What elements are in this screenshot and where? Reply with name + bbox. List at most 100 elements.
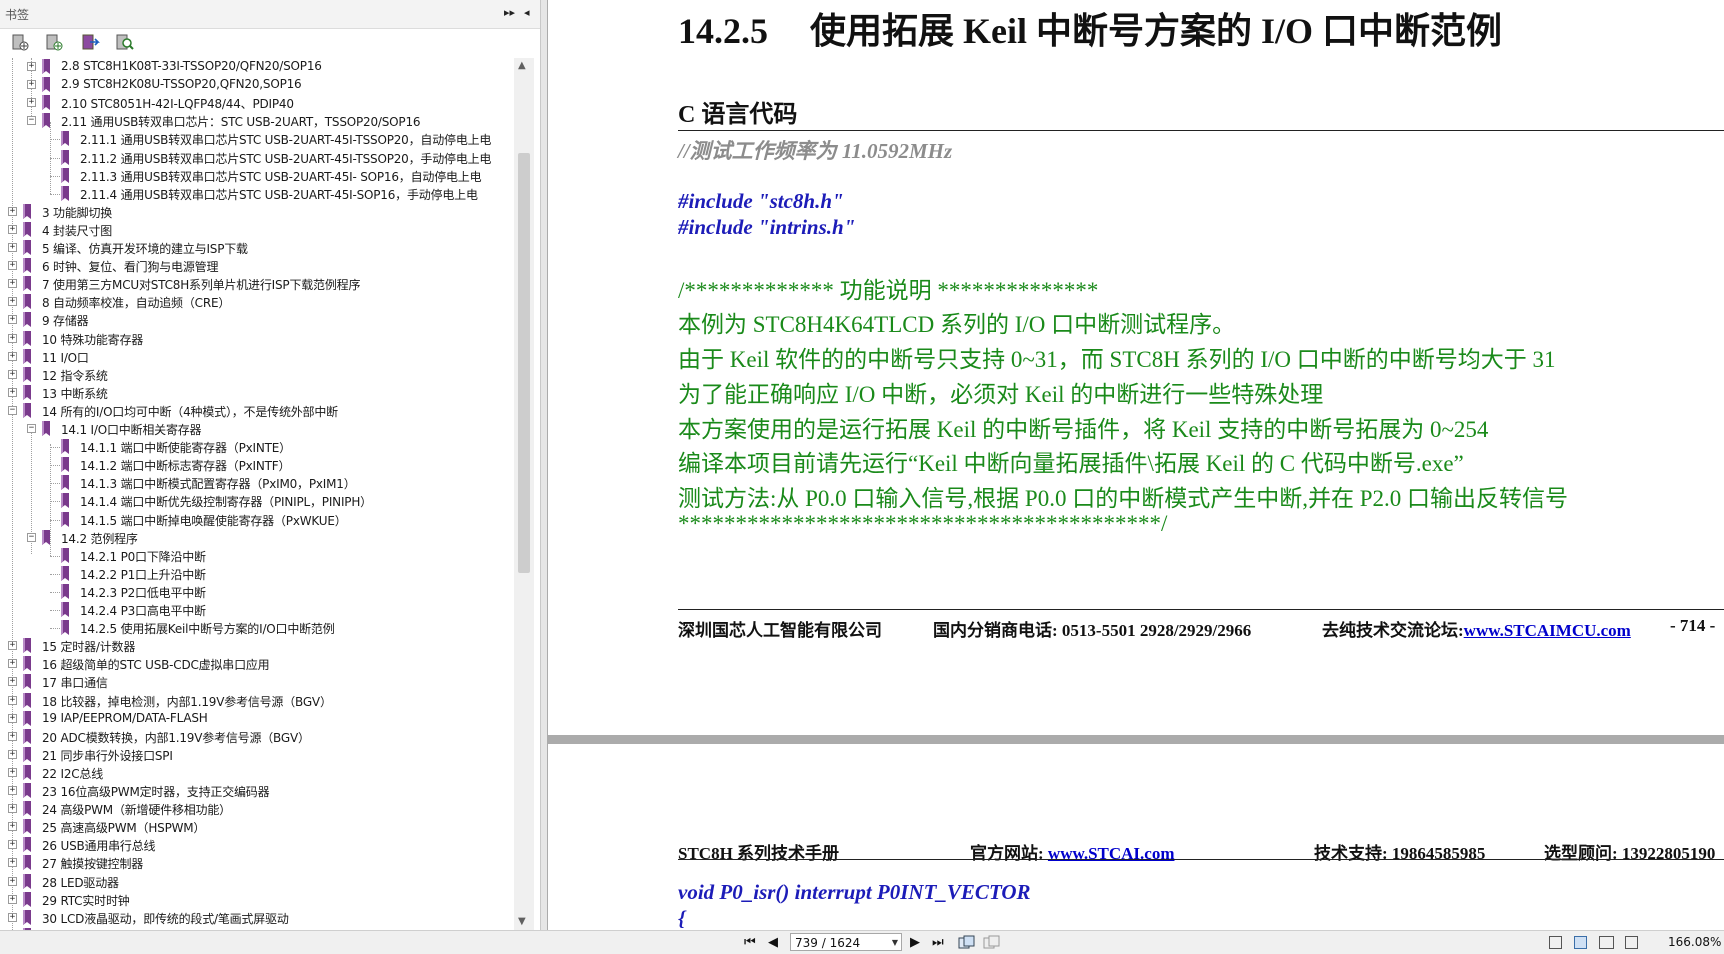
bookmark-item[interactable]: +29 RTC实时时钟 xyxy=(0,891,514,909)
bookmark-item[interactable]: +17 串口通信 xyxy=(0,673,514,691)
chevron-down-icon[interactable]: ▼ xyxy=(892,934,898,952)
expand-icon[interactable]: + xyxy=(8,840,17,850)
bookmark-item[interactable]: 14.2.4 P3口高电平中断 xyxy=(0,601,514,619)
bookmark-item[interactable]: +19 IAP/EEPROM/DATA-FLASH xyxy=(0,710,514,728)
expand-icon[interactable]: + xyxy=(8,804,17,814)
bookmark-item[interactable]: +12 指令系统 xyxy=(0,366,514,384)
panel-options-button[interactable]: ▸▸ xyxy=(504,6,515,19)
bookmark-item[interactable]: +24 高级PWM（新增硬件移相功能） xyxy=(0,800,514,818)
bookmark-item[interactable]: 2.11.3 通用USB转双串口芯片STC USB-2UART-45I- SOP… xyxy=(0,167,514,185)
bookmark-item[interactable]: +23 16位高级PWM定时器，支持正交编码器 xyxy=(0,782,514,800)
scroll-up-arrow[interactable]: ▲ xyxy=(518,60,526,71)
bookmark-item[interactable]: +3 功能脚切换 xyxy=(0,203,514,221)
bookmark-item[interactable]: +2.9 STC8H2K08U-TSSOP20,QFN20,SOP16 xyxy=(0,76,514,94)
bookmark-item[interactable]: 14.2.5 使用拓展Keil中断号方案的I/O口中断范例 xyxy=(0,619,514,637)
expand-icon[interactable]: + xyxy=(8,243,17,252)
find-bookmark-icon[interactable] xyxy=(114,33,134,53)
bookmark-item[interactable]: +28 LED驱动器 xyxy=(0,873,514,891)
bookmark-item[interactable]: +9 存储器 xyxy=(0,311,514,329)
expand-icon[interactable]: + xyxy=(8,297,17,307)
scroll-thumb[interactable] xyxy=(518,153,530,573)
expand-icon[interactable]: + xyxy=(8,641,17,651)
next-view-icon[interactable] xyxy=(983,935,1001,951)
bookmark-item[interactable]: +4 封装尺寸图 xyxy=(0,221,514,239)
bookmark-options-icon[interactable] xyxy=(10,33,30,53)
collapse-icon[interactable]: − xyxy=(8,405,17,415)
bookmark-item[interactable]: +5 编译、仿真开发环境的建立与ISP下载 xyxy=(0,239,514,257)
expand-icon[interactable]: + xyxy=(8,333,17,343)
expand-icon[interactable]: + xyxy=(8,387,17,397)
bookmark-item[interactable]: − 14.1 I/O口中断相关寄存器 xyxy=(0,420,514,438)
bookmark-item[interactable]: +26 USB通用串行总线 xyxy=(0,836,514,854)
first-page-button[interactable]: ⏮ xyxy=(744,935,756,950)
single-page-view-icon[interactable] xyxy=(1549,936,1562,949)
bookmark-item[interactable]: +13 中断系统 xyxy=(0,384,514,402)
bookmark-item[interactable]: − 14 所有的I/O口均可中断（4种模式），不是传统外部中断 xyxy=(0,402,514,420)
bookmark-item[interactable]: 14.1.5 端口中断掉电唤醒使能寄存器（PxWKUE） xyxy=(0,511,514,529)
bookmark-item[interactable]: +25 高速高级PWM（HSPWM） xyxy=(0,818,514,836)
bookmark-item[interactable]: +10 特殊功能寄存器 xyxy=(0,330,514,348)
expand-icon[interactable]: + xyxy=(8,876,17,886)
expand-icon[interactable]: + xyxy=(8,677,17,687)
expand-icon[interactable]: + xyxy=(8,858,17,868)
continuous-facing-view-icon[interactable] xyxy=(1625,936,1638,949)
bookmark-item[interactable]: 14.2.2 P1口上升沿中断 xyxy=(0,565,514,583)
bookmark-item[interactable]: 2.11.1 通用USB转双串口芯片STC USB-2UART-45I-TSSO… xyxy=(0,130,514,148)
bookmark-item[interactable]: +18 比较器，掉电检测，内部1.19V参考信号源（BGV） xyxy=(0,692,514,710)
bookmark-item[interactable]: 14.1.2 端口中断标志寄存器（PxINTF） xyxy=(0,456,514,474)
next-page-button[interactable]: ▶ xyxy=(910,935,920,950)
bookmark-item[interactable]: − 2.11 通用USB转双串口芯片：STC USB-2UART，TSSOP20/… xyxy=(0,112,514,130)
bookmark-item[interactable]: +27 触摸按键控制器 xyxy=(0,854,514,872)
bookmark-item[interactable]: 14.2.1 P0口下降沿中断 xyxy=(0,547,514,565)
expand-icon[interactable]: + xyxy=(8,224,17,234)
previous-view-icon[interactable] xyxy=(958,935,976,951)
collapse-panel-button[interactable]: ◂ xyxy=(524,6,530,19)
page-number-input[interactable]: 739 / 1624 ▼ xyxy=(790,933,902,951)
bookmark-item[interactable]: 2.11.4 通用USB转双串口芯片STC USB-2UART-45I-SOP1… xyxy=(0,185,514,203)
expand-icon[interactable]: + xyxy=(8,822,17,832)
expand-icon[interactable]: + xyxy=(8,894,17,904)
bookmarks-scrollbar[interactable]: ▲ ▼ xyxy=(514,58,534,930)
bookmark-item[interactable]: +11 I/O口 xyxy=(0,348,514,366)
previous-page-button[interactable]: ◀ xyxy=(768,935,778,950)
bookmark-item[interactable]: +30 LCD液晶驱动，即传统的段式/笔画式屏驱动 xyxy=(0,909,514,927)
bookmark-item[interactable]: − 14.2 范例程序 xyxy=(0,529,514,547)
site-link[interactable]: www.STCAI.com xyxy=(1048,844,1175,863)
expand-icon[interactable]: + xyxy=(27,80,36,90)
bookmark-item[interactable]: +8 自动频率校准，自动追频（CRE） xyxy=(0,293,514,311)
bookmark-item[interactable]: 14.2.3 P2口低电平中断 xyxy=(0,583,514,601)
expand-icon[interactable]: + xyxy=(8,261,17,271)
continuous-view-icon[interactable] xyxy=(1574,936,1587,949)
facing-view-icon[interactable] xyxy=(1599,936,1614,949)
bookmark-item[interactable]: +16 超级简单的STC USB-CDC虚拟串口应用 xyxy=(0,655,514,673)
expand-icon[interactable]: + xyxy=(8,695,17,705)
collapse-icon[interactable]: − xyxy=(27,532,36,542)
expand-icon[interactable]: + xyxy=(8,659,17,669)
bookmark-item[interactable]: +15 定时器/计数器 xyxy=(0,637,514,655)
expand-icon[interactable]: + xyxy=(8,749,17,759)
last-page-button[interactable]: ⏭ xyxy=(932,935,944,950)
forum-link[interactable]: www.STCAIMCU.com xyxy=(1464,621,1631,640)
expand-icon[interactable]: + xyxy=(27,62,36,71)
bookmark-item[interactable]: +20 ADC模数转换，内部1.19V参考信号源（BGV） xyxy=(0,728,514,746)
expand-bookmark-icon[interactable] xyxy=(80,33,100,53)
bookmark-item[interactable]: 14.1.1 端口中断使能寄存器（PxINTE） xyxy=(0,438,514,456)
collapse-icon[interactable]: − xyxy=(27,116,36,126)
bookmark-item[interactable]: +6 时钟、复位、看门狗与电源管理 xyxy=(0,257,514,275)
bookmark-item[interactable]: +7 使用第三方MCU对STC8H系列单片机进行ISP下载范例程序 xyxy=(0,275,514,293)
bookmark-item[interactable]: 14.1.4 端口中断优先级控制寄存器（PINIPL，PINIPH） xyxy=(0,492,514,510)
expand-icon[interactable]: + xyxy=(8,279,17,289)
bookmark-item[interactable]: +22 I2C总线 xyxy=(0,764,514,782)
expand-icon[interactable]: + xyxy=(27,98,36,108)
bookmark-item[interactable]: +2.8 STC8H1K08T-33I-TSSOP20/QFN20/SOP16 xyxy=(0,58,514,76)
expand-icon[interactable]: + xyxy=(8,786,17,795)
bookmark-item[interactable]: 14.1.3 端口中断模式配置寄存器（PxIM0，PxIM1） xyxy=(0,474,514,492)
expand-icon[interactable]: + xyxy=(8,206,17,216)
scroll-down-arrow[interactable]: ▼ xyxy=(518,916,526,927)
expand-icon[interactable]: + xyxy=(8,369,17,379)
add-bookmark-icon[interactable] xyxy=(44,33,64,53)
expand-icon[interactable]: + xyxy=(8,351,17,361)
zoom-level[interactable]: 166.08% xyxy=(1668,935,1721,949)
collapse-icon[interactable]: − xyxy=(27,424,36,433)
expand-icon[interactable]: + xyxy=(8,731,17,741)
